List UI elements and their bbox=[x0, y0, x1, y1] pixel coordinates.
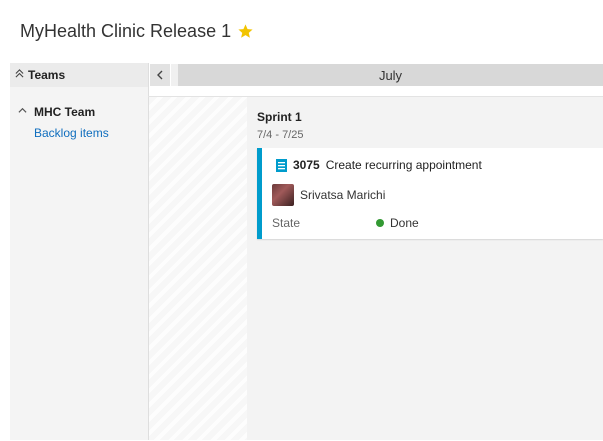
teams-header[interactable]: Teams bbox=[10, 63, 148, 87]
month-gap bbox=[171, 64, 178, 86]
state-dot-icon bbox=[376, 219, 384, 227]
product-backlog-item-icon bbox=[276, 158, 287, 172]
caret-up-icon[interactable] bbox=[18, 106, 28, 118]
past-days-hatch bbox=[149, 97, 247, 440]
plan-title: MyHealth Clinic Release 1 bbox=[20, 21, 232, 41]
team-name: MHC Team bbox=[34, 105, 96, 119]
team-row[interactable]: MHC Team bbox=[18, 105, 95, 119]
state-label: State bbox=[272, 216, 301, 230]
backlog-items-link[interactable]: Backlog items bbox=[34, 126, 109, 140]
work-item-card[interactable]: 3075 Create recurring appointment Srivat… bbox=[257, 148, 603, 239]
prev-month-button[interactable] bbox=[150, 64, 170, 86]
work-item-title[interactable]: Create recurring appointment bbox=[326, 158, 482, 172]
state-value: Done bbox=[390, 216, 419, 230]
double-chevron-up-icon[interactable] bbox=[10, 69, 28, 81]
avatar bbox=[272, 184, 294, 206]
assignee-name: Srivatsa Marichi bbox=[300, 188, 386, 202]
card-title-row: 3075 Create recurring appointment bbox=[276, 158, 482, 172]
month-label: July bbox=[378, 67, 403, 83]
month-header: July bbox=[178, 64, 603, 86]
teams-header-label: Teams bbox=[28, 68, 66, 82]
teams-panel bbox=[10, 63, 148, 440]
page-title: MyHealth Clinic Release 1 bbox=[20, 21, 254, 42]
chevron-left-icon bbox=[156, 68, 164, 83]
state-row: State Done bbox=[272, 216, 419, 230]
star-icon[interactable] bbox=[237, 23, 254, 40]
assignee-row: Srivatsa Marichi bbox=[272, 184, 385, 206]
work-item-id: 3075 bbox=[293, 158, 320, 172]
sprint-dates: 7/4 - 7/25 bbox=[257, 129, 304, 141]
sprint-name[interactable]: Sprint 1 bbox=[257, 110, 302, 124]
